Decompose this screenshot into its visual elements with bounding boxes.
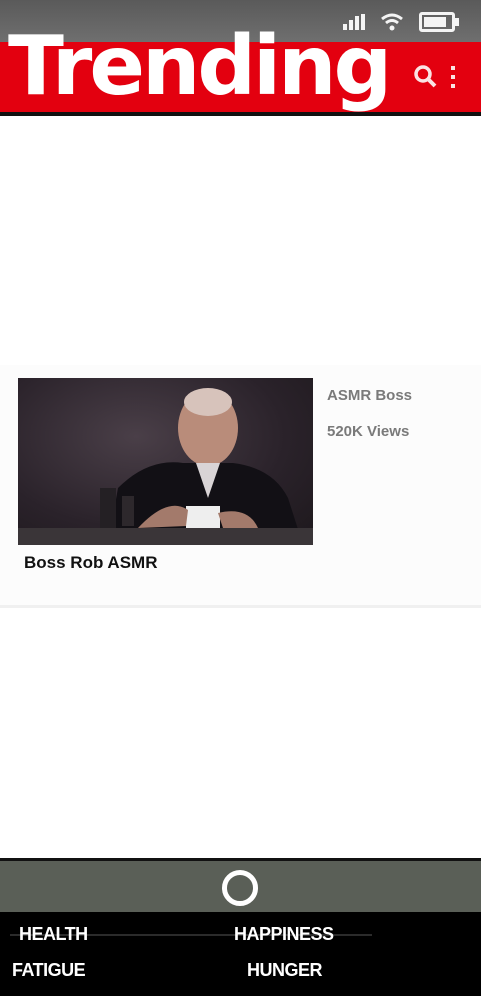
- happiness-label: HAPPINESS: [234, 924, 334, 944]
- page-title: Trending: [8, 19, 392, 114]
- battery-icon: [419, 12, 459, 32]
- header-actions: [413, 64, 457, 90]
- video-list-item[interactable]: ASMR Boss 520K Views Boss Rob ASMR: [0, 365, 481, 608]
- hunger-label: HUNGER: [247, 960, 323, 980]
- video-thumbnail[interactable]: [18, 378, 313, 545]
- search-icon[interactable]: [413, 64, 439, 90]
- home-strip: [0, 858, 481, 912]
- fatigue-label: FATIGUE: [12, 960, 86, 980]
- stats-bar: HEALTH HAPPINESS FATIGUE HUNGER: [0, 858, 481, 996]
- more-vert-icon[interactable]: [449, 64, 457, 90]
- view-count: 520K Views: [327, 423, 410, 440]
- home-circle-icon[interactable]: [222, 870, 258, 906]
- video-title[interactable]: Boss Rob ASMR: [24, 553, 158, 573]
- health-label: HEALTH: [19, 924, 88, 944]
- channel-name: ASMR Boss: [327, 387, 413, 404]
- battery-level: [424, 17, 447, 27]
- app-header: Trending: [0, 26, 481, 116]
- phone-screen: Trending ASMR Boss 520K Views Boss Rob A…: [0, 0, 481, 996]
